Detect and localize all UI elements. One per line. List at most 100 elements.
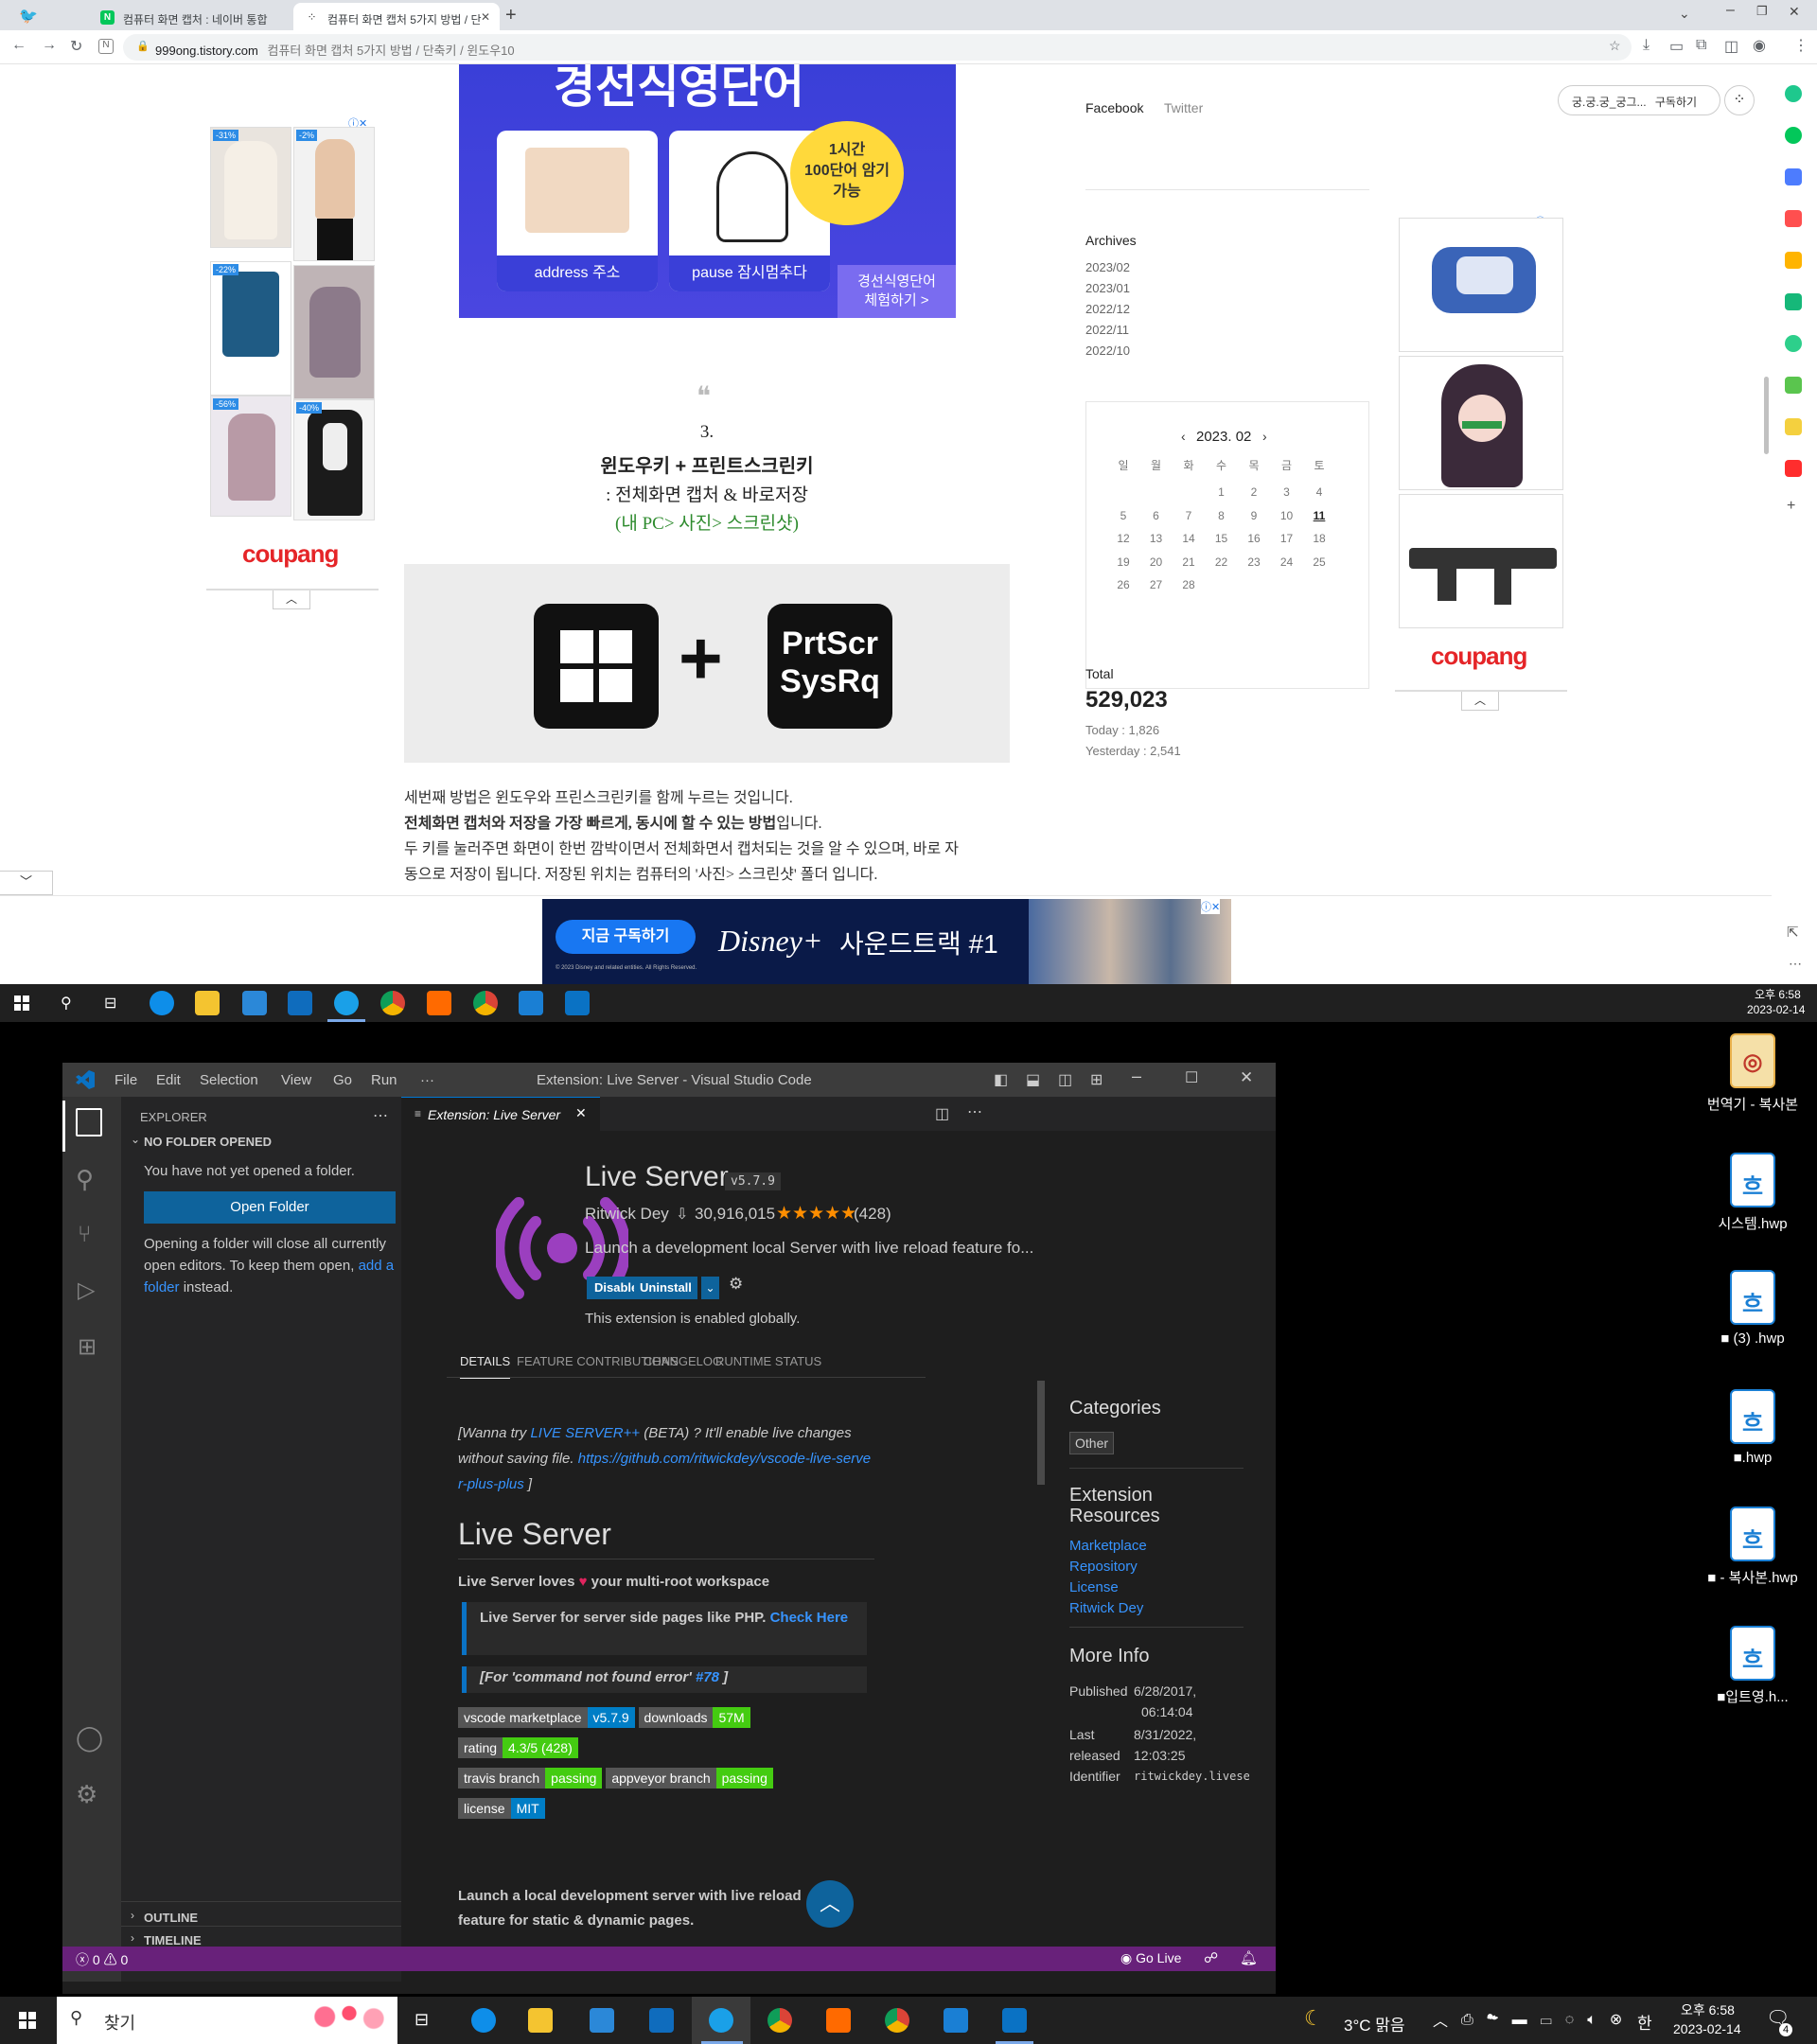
task-view-icon[interactable]: ⊟ xyxy=(104,994,116,1013)
calendar-day[interactable]: 24 xyxy=(1271,555,1303,569)
chevron-right-icon[interactable]: › xyxy=(131,1909,134,1922)
collapse-ad-button[interactable]: ︿ xyxy=(273,590,310,609)
license-link[interactable]: License xyxy=(1069,1577,1147,1598)
mail-icon[interactable] xyxy=(288,991,312,1015)
sidebar-app-icon[interactable] xyxy=(1785,418,1802,435)
product-tile[interactable]: -2% xyxy=(293,127,375,261)
readme-scrollbar[interactable] xyxy=(1037,1381,1045,1485)
manage-gear-icon[interactable]: ⚙ xyxy=(729,1275,743,1294)
extensions-icon[interactable]: ⧉ xyxy=(1696,37,1706,54)
calendar-day[interactable]: 18 xyxy=(1303,532,1335,545)
explorer-icon[interactable] xyxy=(76,1108,102,1137)
minimize-icon[interactable]: – xyxy=(1132,1066,1141,1086)
uninstall-button[interactable]: Uninstall xyxy=(634,1277,697,1299)
calendar-day[interactable]: 25 xyxy=(1303,555,1335,569)
desktop-icon[interactable]: ◎ 번역기 - 복사본 xyxy=(1696,1033,1809,1114)
archive-link[interactable]: 2022/10 xyxy=(1085,341,1130,361)
archive-link[interactable]: 2022/11 xyxy=(1085,320,1130,341)
mail-icon[interactable] xyxy=(649,2008,674,2033)
ad-info-icon[interactable]: ⓘ✕ xyxy=(1201,899,1221,914)
tab-search-icon[interactable]: ⌄ xyxy=(1679,6,1690,22)
editor-tab[interactable]: ≡ Extension: Live Server ✕ xyxy=(401,1097,600,1131)
archive-link[interactable]: 2023/02 xyxy=(1085,257,1130,278)
explorer-more-icon[interactable]: ⋯ xyxy=(373,1106,388,1125)
close-window-icon[interactable]: ✕ xyxy=(1789,4,1800,20)
calendar-day[interactable]: 23 xyxy=(1238,555,1270,569)
source-control-icon[interactable]: ⑂ xyxy=(78,1222,91,1248)
scroll-to-top-button[interactable]: ︿ xyxy=(806,1880,854,1928)
minimize-icon[interactable]: – xyxy=(1726,2,1735,19)
search-icon[interactable]: ⚲ xyxy=(76,1165,94,1194)
calendar-day[interactable]: 13 xyxy=(1140,532,1173,545)
collapse-bottom-ad-button[interactable]: ﹀ xyxy=(0,871,53,895)
chevron-down-icon[interactable]: ⌄ xyxy=(131,1133,140,1146)
close-tab-icon[interactable]: ✕ xyxy=(575,1105,587,1121)
page-scrollbar[interactable] xyxy=(1764,377,1769,454)
close-tab-icon[interactable]: ✕ xyxy=(481,10,490,24)
calendar-day[interactable]: 8 xyxy=(1206,509,1238,522)
chrome-profile-icon[interactable] xyxy=(885,2008,909,2033)
sidebar-app-icon[interactable] xyxy=(1785,460,1802,477)
calendar-day[interactable]: 3 xyxy=(1271,485,1303,499)
whale-browser-icon[interactable] xyxy=(334,991,359,1015)
tab-tistory[interactable]: ⁘ 컴퓨터 화면 캡처 5가지 방법 / 단 ✕ xyxy=(293,3,500,30)
sidebar-app-icon[interactable] xyxy=(1785,168,1802,185)
coupang-right-ad[interactable]: ⓘ✕ coupang xyxy=(1397,216,1567,698)
windows-start-icon[interactable] xyxy=(14,996,29,1011)
calendar-prev-icon[interactable]: ‹ xyxy=(1181,429,1186,444)
problems-indicator[interactable]: ⓧ 0 ⚠ 0 xyxy=(76,1950,128,1969)
new-tab-button[interactable]: + xyxy=(505,5,517,26)
close-window-icon[interactable]: ✕ xyxy=(1240,1068,1253,1087)
subscribe-button[interactable]: 궁.궁.궁_궁그... 구독하기 xyxy=(1558,85,1720,115)
menu-more[interactable]: ··· xyxy=(420,1072,434,1088)
ad-cta-button[interactable]: 지금 구독하기 xyxy=(556,920,696,954)
editor-more-icon[interactable]: ⋯ xyxy=(967,1102,982,1121)
restore-icon[interactable]: ❐ xyxy=(1756,4,1768,19)
calendar-day[interactable]: 16 xyxy=(1238,532,1270,545)
calendar-day[interactable]: 11 xyxy=(1303,509,1335,522)
calendar-day[interactable]: 7 xyxy=(1173,509,1205,522)
collapse-ad-button[interactable]: ︿ xyxy=(1461,692,1499,711)
calendar-day[interactable]: 20 xyxy=(1140,555,1173,569)
customize-layout-icon[interactable]: ⊞ xyxy=(1090,1070,1103,1089)
chrome-profile-icon[interactable] xyxy=(473,991,498,1015)
notifications-bell-icon[interactable]: 🔔︎ xyxy=(1240,1949,1258,1966)
store-icon[interactable] xyxy=(242,991,267,1015)
store-icon[interactable] xyxy=(590,2008,614,2033)
url-field[interactable]: 🔒 999ong.tistory.com 컴퓨터 화면 캡처 5가지 방법 / … xyxy=(123,34,1632,61)
product-tile[interactable] xyxy=(1399,494,1563,628)
task-view-icon[interactable]: ⊟ xyxy=(415,2010,429,2030)
whale-browser-icon[interactable] xyxy=(709,2008,733,2033)
calendar-day[interactable]: 10 xyxy=(1271,509,1303,522)
runtime-status-tab[interactable]: RUNTIME STATUS xyxy=(715,1354,821,1368)
repository-link[interactable]: Repository xyxy=(1069,1557,1147,1577)
windows-start-icon[interactable] xyxy=(19,2012,36,2029)
forward-icon[interactable]: → xyxy=(42,37,57,54)
badge[interactable]: license MIT xyxy=(458,1798,545,1819)
calendar-day[interactable]: 6 xyxy=(1140,509,1173,522)
issue-link[interactable]: #78 xyxy=(696,1669,719,1685)
go-live-button[interactable]: ◉ Go Live xyxy=(1120,1950,1181,1966)
disney-ad[interactable]: 지금 구독하기 © 2023 Disney and related entiti… xyxy=(542,899,1231,984)
product-tile[interactable] xyxy=(293,265,375,399)
sidebar-app-icon[interactable] xyxy=(1785,252,1802,269)
chrome-icon[interactable] xyxy=(380,991,405,1015)
changelog-tab[interactable]: CHANGELOG xyxy=(644,1354,722,1368)
split-editor-icon[interactable]: ◫ xyxy=(935,1104,949,1123)
teamviewer-icon[interactable] xyxy=(150,991,174,1015)
desktop-icon[interactable]: 흐 ■입트영.h... xyxy=(1696,1626,1809,1706)
calendar-day[interactable]: 5 xyxy=(1107,509,1139,522)
calendar-day[interactable]: 19 xyxy=(1107,555,1139,569)
reload-icon[interactable]: ↻ xyxy=(70,37,82,56)
calendar-day[interactable]: 9 xyxy=(1238,509,1270,522)
weather-text[interactable]: 3°C 맑음 xyxy=(1344,2012,1405,2035)
search-icon[interactable]: ⚲ xyxy=(61,994,72,1013)
sidebar-app-icon[interactable] xyxy=(1785,85,1802,102)
archive-link[interactable]: 2022/12 xyxy=(1085,299,1130,320)
app-icon[interactable] xyxy=(519,991,543,1015)
calendar-day[interactable]: 22 xyxy=(1206,555,1238,569)
bookmark-star-icon[interactable]: ☆ xyxy=(1609,38,1621,54)
more-icon[interactable]: ⋯ xyxy=(1789,956,1802,972)
badge[interactable]: rating 4.3/5 (428) xyxy=(458,1737,578,1758)
menu-file[interactable]: File xyxy=(115,1072,137,1088)
